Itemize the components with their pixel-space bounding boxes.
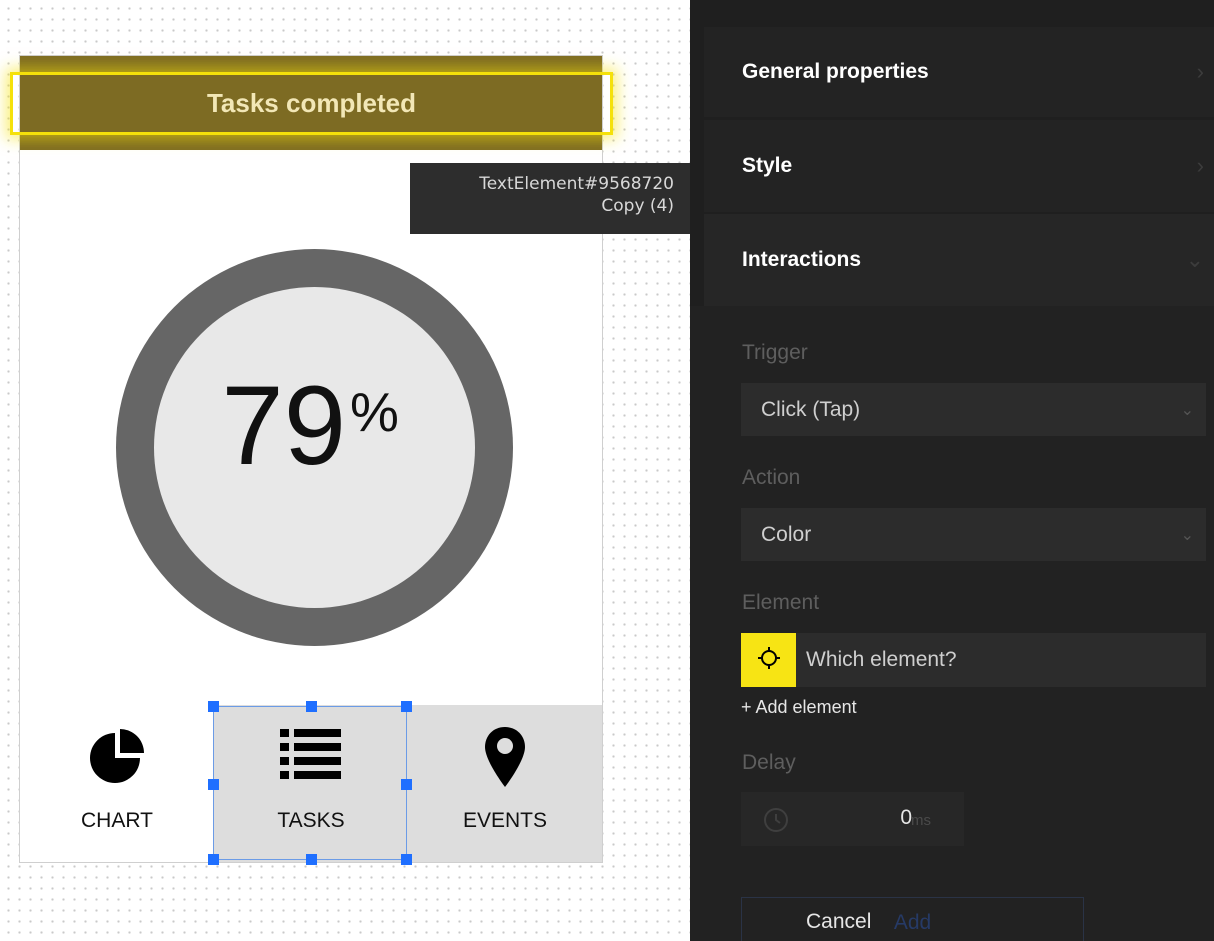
tab-events-label: EVENTS [462,809,548,832]
pie-chart-icon [87,725,147,790]
crosshair-icon [757,646,781,675]
element-target-button[interactable] [741,633,796,687]
delay-input[interactable]: 0 ms [741,792,964,846]
resize-handle-e[interactable] [401,779,412,790]
resize-handle-w[interactable] [208,779,219,790]
resize-handle-sw[interactable] [208,854,219,865]
delay-label: Delay [742,751,796,774]
chevron-right-icon: › [1196,59,1204,84]
title-text[interactable]: Tasks completed [207,88,416,119]
map-pin-icon [483,725,527,794]
resize-handle-n[interactable] [306,701,317,712]
trigger-value: Click (Tap) [761,397,861,421]
tab-chart[interactable]: CHART [20,705,214,862]
progress-percent-sign[interactable]: % [350,385,399,440]
element-label: Element [742,591,820,614]
element-placeholder[interactable]: Which element? [806,648,957,672]
element-name-tooltip: TextElement#9568720 Copy (4) [410,163,690,234]
title-text-element-selected[interactable]: Tasks completed [10,72,613,135]
chevron-down-icon: ⌄ [1180,526,1194,544]
chevron-down-icon: ⌄ [1180,401,1194,419]
chevron-right-icon: › [1196,153,1204,178]
section-general-label: General properties [742,60,929,83]
section-interactions-label: Interactions [742,248,862,271]
section-style[interactable]: Style › [704,120,1214,212]
clock-icon [763,807,789,838]
delay-unit: ms [911,812,931,829]
add-element-link[interactable]: + Add element [741,697,857,718]
resize-handle-se[interactable] [401,854,412,865]
trigger-select[interactable]: Click (Tap) ⌄ [741,383,1206,436]
tooltip-line-1: TextElement#9568720 [479,174,674,194]
add-interaction-button[interactable]: Add [741,897,1084,941]
action-value: Color [761,522,812,546]
properties-panel: General properties › Style › Interaction… [690,0,1214,941]
action-label: Action [742,466,801,489]
resize-handle-ne[interactable] [401,701,412,712]
resize-handle-nw[interactable] [208,701,219,712]
design-canvas[interactable]: Tasks completed TextElement#9568720 Copy… [0,0,690,941]
action-select[interactable]: Color ⌄ [741,508,1206,561]
cancel-button[interactable]: Cancel [806,910,871,934]
section-style-label: Style [742,154,793,177]
tab-chart-label: CHART [81,809,153,832]
tasks-tab-selection-box[interactable] [208,701,412,865]
tooltip-line-2: Copy (4) [601,196,674,216]
progress-percent-value[interactable]: 79 [216,370,346,500]
chevron-down-icon: ⌄ [1185,247,1204,272]
tab-events[interactable]: EVENTS [408,705,602,862]
section-general-properties[interactable]: General properties › [704,27,1214,117]
resize-handle-s[interactable] [306,854,317,865]
element-picker[interactable]: Which element? [741,633,1206,687]
section-interactions[interactable]: Interactions ⌄ [704,214,1214,306]
trigger-label: Trigger [742,341,808,364]
